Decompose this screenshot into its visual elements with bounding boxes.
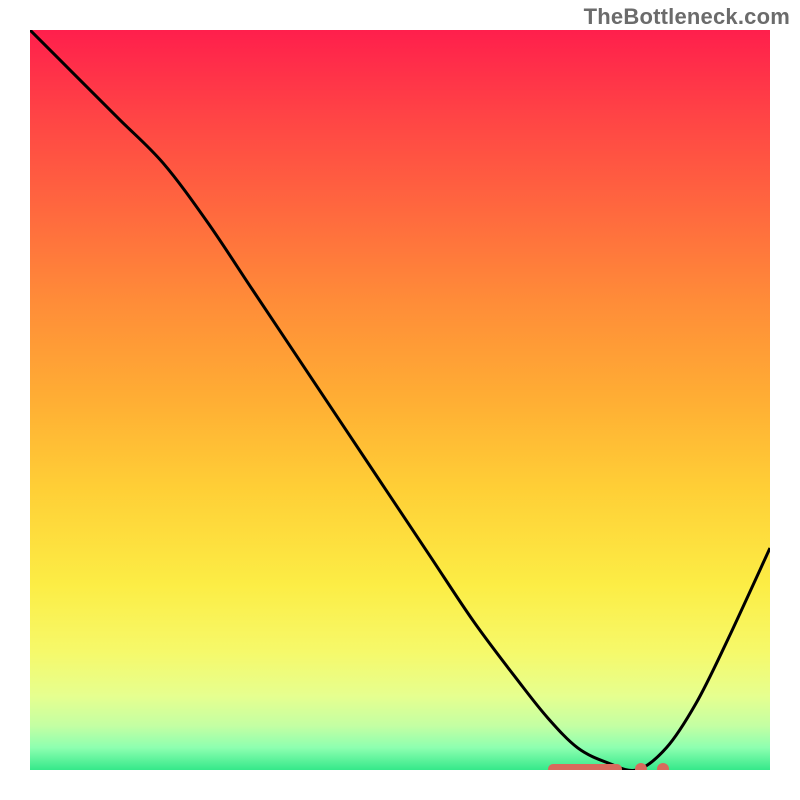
curve-path: [30, 30, 770, 770]
watermark-text: TheBottleneck.com: [584, 4, 790, 30]
optimal-point-dot: [657, 763, 669, 770]
optimal-range-bar: [548, 764, 622, 770]
bottleneck-curve: [30, 30, 770, 770]
optimal-point-dot: [635, 763, 647, 770]
chart-plot-area: [30, 30, 770, 770]
